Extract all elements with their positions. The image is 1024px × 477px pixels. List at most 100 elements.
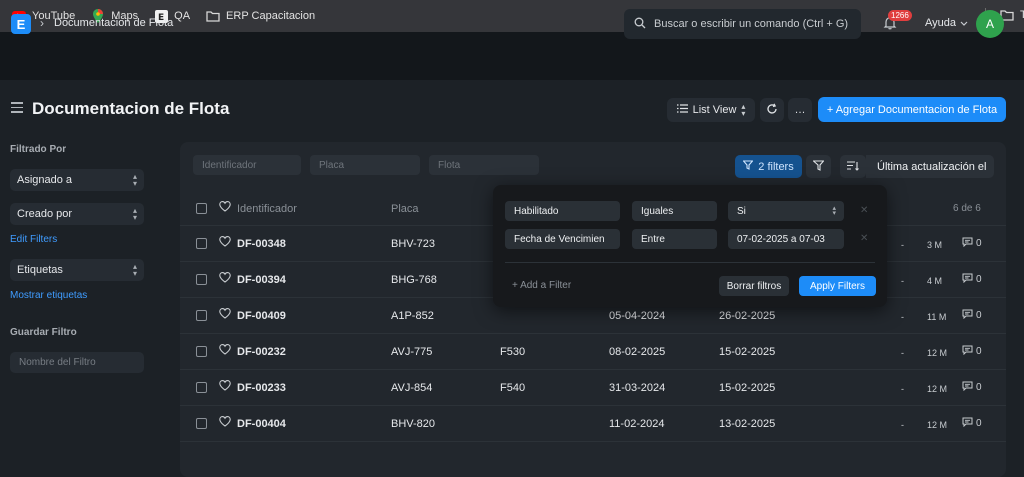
- heart-icon[interactable]: [219, 308, 231, 322]
- add-filter-link[interactable]: + Add a Filter: [512, 280, 571, 291]
- row-checkbox[interactable]: [196, 418, 207, 429]
- row-dash: -: [901, 312, 904, 322]
- sidebar-toggle-icon[interactable]: [11, 102, 23, 116]
- row-checkbox[interactable]: [196, 310, 207, 321]
- row-fecha-1: 05-04-2024: [609, 310, 666, 322]
- row-comments[interactable]: 0: [962, 273, 982, 286]
- row-dash: -: [901, 420, 904, 430]
- row-checkbox[interactable]: [196, 382, 207, 393]
- table-row[interactable]: DF-00233 AVJ-854 F540 31-03-2024 15-02-2…: [180, 370, 1006, 406]
- comment-count: 0: [976, 346, 982, 357]
- table-row[interactable]: DF-00232 AVJ-775 F530 08-02-2025 15-02-2…: [180, 334, 1006, 370]
- row-identificador[interactable]: DF-00404: [237, 418, 286, 430]
- refresh-button[interactable]: [760, 98, 784, 122]
- row-fecha-1: 31-03-2024: [609, 382, 666, 394]
- placa-filter-input[interactable]: Placa: [310, 155, 420, 175]
- row-flota: F540: [500, 382, 526, 394]
- search-input[interactable]: [654, 18, 854, 30]
- select-all-checkbox[interactable]: [196, 203, 207, 214]
- updown-chevron-icon: ▴ ▾: [741, 102, 746, 118]
- tags-filter[interactable]: Etiquetas ▴ ▾: [10, 259, 144, 281]
- row-comments[interactable]: 0: [962, 381, 982, 394]
- filters-button[interactable]: 2 filters: [735, 155, 802, 178]
- sort-direction-button[interactable]: [840, 155, 866, 178]
- comment-icon: [962, 309, 973, 322]
- heart-icon[interactable]: [219, 272, 231, 286]
- search-bar[interactable]: [624, 9, 861, 39]
- row-checkbox[interactable]: [196, 274, 207, 285]
- filter-name-input[interactable]: Nombre del Filtro: [10, 352, 144, 373]
- heart-icon[interactable]: [219, 380, 231, 394]
- row-identificador[interactable]: DF-00394: [237, 274, 286, 286]
- row-fecha-1: 11-02-2024: [609, 418, 665, 430]
- list-view-label: List View: [692, 104, 737, 116]
- breadcrumb[interactable]: Documentacion de Flota: [54, 17, 173, 29]
- heart-icon[interactable]: [219, 344, 231, 358]
- column-header-placa: Placa: [391, 203, 419, 215]
- show-tags-link[interactable]: Mostrar etiquetas: [10, 290, 87, 301]
- row-fecha-2: 13-02-2025: [719, 418, 776, 430]
- row-dash: -: [901, 348, 904, 358]
- avatar[interactable]: A: [976, 10, 1004, 38]
- heart-icon[interactable]: [219, 201, 231, 215]
- funnel-icon: [742, 160, 754, 173]
- clear-filters-button[interactable]: Borrar filtros: [719, 276, 789, 296]
- filter-popover: Habilitado Iguales Si ▴ ▾ ✕ Fecha de Venc…: [493, 185, 887, 307]
- heart-icon[interactable]: [219, 416, 231, 430]
- funnel-x-icon: [812, 159, 825, 174]
- edit-filters-link[interactable]: Edit Filters: [10, 234, 57, 245]
- row-comments[interactable]: 0: [962, 237, 982, 250]
- filter-by-heading: Filtrado Por: [10, 144, 67, 155]
- updown-chevron-icon: ▴ ▾: [132, 172, 137, 188]
- row-identificador[interactable]: DF-00232: [237, 346, 286, 358]
- row-identificador[interactable]: DF-00409: [237, 310, 286, 322]
- clear-filters-button[interactable]: [806, 155, 831, 178]
- remove-filter-icon[interactable]: ✕: [860, 205, 868, 216]
- bookmark-label: T: [1020, 9, 1024, 21]
- row-age: 11 M: [927, 312, 947, 322]
- row-checkbox[interactable]: [196, 346, 207, 357]
- remove-filter-icon[interactable]: ✕: [860, 233, 868, 244]
- filter-value-select[interactable]: Si ▴ ▾: [728, 201, 844, 221]
- comment-icon: [962, 417, 973, 430]
- bookmark-erp-capacitacion[interactable]: ERP Capacitacion: [206, 9, 315, 23]
- refresh-icon: [766, 103, 778, 118]
- heart-icon[interactable]: [219, 236, 231, 250]
- flota-filter-input[interactable]: Flota: [429, 155, 539, 175]
- help-menu[interactable]: Ayuda: [925, 17, 968, 29]
- row-age: 4 M: [927, 276, 943, 286]
- more-options-button[interactable]: …: [788, 98, 812, 122]
- add-documentacion-button[interactable]: + Agregar Documentacion de Flota: [818, 97, 1006, 122]
- row-age: 12 M: [927, 348, 948, 358]
- apply-filters-button[interactable]: Apply Filters: [799, 276, 876, 296]
- comment-icon: [962, 273, 973, 286]
- filters-label: 2 filters: [758, 160, 794, 173]
- row-checkbox[interactable]: [196, 238, 207, 249]
- row-identificador[interactable]: DF-00348: [237, 238, 286, 250]
- row-identificador[interactable]: DF-00233: [237, 382, 286, 394]
- identificador-filter-input[interactable]: Identificador: [193, 155, 301, 175]
- filter-value-input[interactable]: 07-02-2025 a 07-03: [728, 229, 844, 249]
- app-logo[interactable]: E: [11, 14, 31, 34]
- sort-icon: [847, 160, 859, 174]
- comment-count: 0: [976, 418, 982, 429]
- table-row[interactable]: DF-00404 BHV-820 11-02-2024 13-02-2025 -…: [180, 406, 1006, 442]
- bookmark-label: QA: [174, 10, 191, 22]
- filter-operator-select[interactable]: Iguales: [632, 201, 717, 221]
- filter-operator-select[interactable]: Entre: [632, 229, 717, 249]
- list-view-button[interactable]: List View ▴ ▾: [667, 98, 755, 122]
- page-title: Documentacion de Flota: [32, 99, 230, 118]
- row-comments[interactable]: 0: [962, 417, 982, 430]
- created-by-filter[interactable]: Creado por ▴ ▾: [10, 203, 144, 225]
- filter-field-select[interactable]: Habilitado: [505, 201, 620, 221]
- top-navbar: [0, 32, 1024, 80]
- row-placa: AVJ-854: [391, 382, 433, 394]
- sort-by-select[interactable]: Última actualización el: [866, 155, 994, 178]
- assigned-to-filter[interactable]: Asignado a ▴ ▾: [10, 169, 144, 191]
- comment-icon: [962, 381, 973, 394]
- row-placa: A1P-852: [391, 310, 434, 322]
- row-comments[interactable]: 0: [962, 345, 982, 358]
- row-fecha-2: 15-02-2025: [719, 346, 776, 358]
- row-comments[interactable]: 0: [962, 309, 982, 322]
- filter-field-select[interactable]: Fecha de Vencimien: [505, 229, 620, 249]
